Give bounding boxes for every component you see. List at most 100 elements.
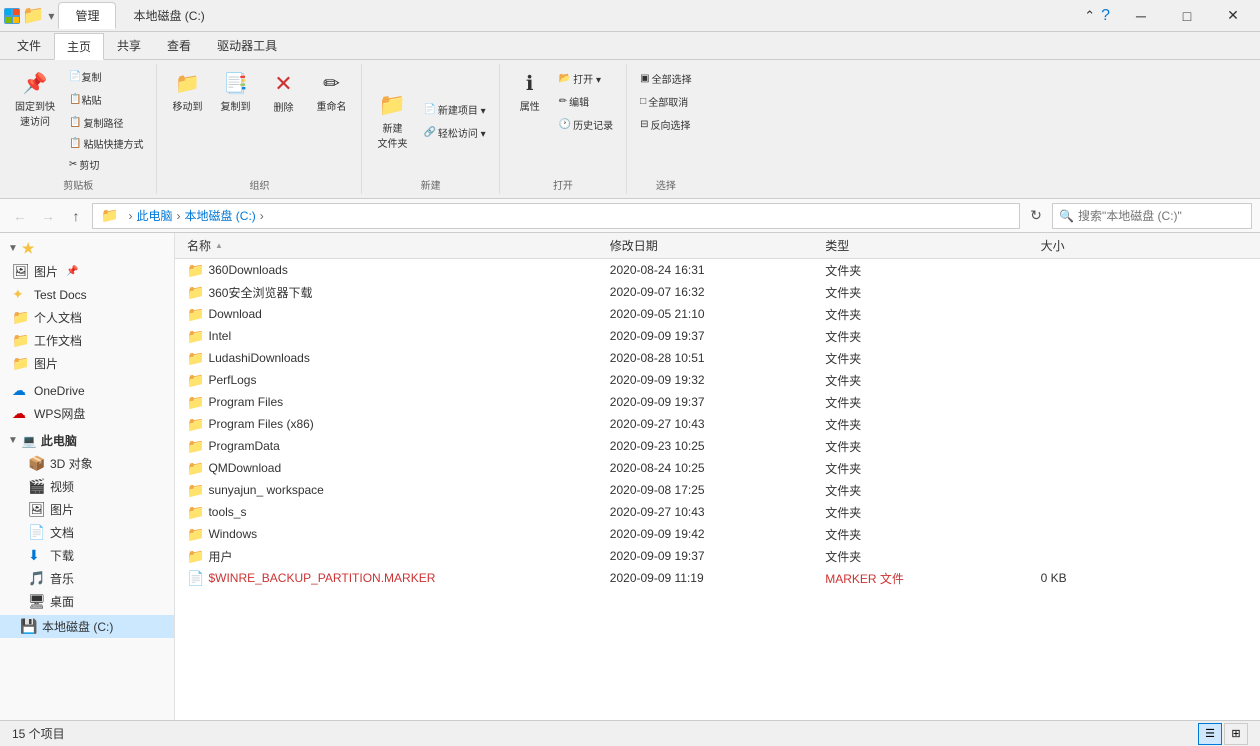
sidebar-label-downloads: 下载 xyxy=(50,547,74,564)
title-bar-left: 📁 ▾ 管理 本地磁盘 (C:) xyxy=(4,2,1084,29)
folder-icon: 📁 xyxy=(187,262,204,279)
ribbon-tab-view[interactable]: 查看 xyxy=(154,32,204,59)
pin-indicator: 📌 xyxy=(66,266,78,277)
sidebar-item-pictures-pinned[interactable]: 🖼 图片 📌 xyxy=(0,260,174,283)
sidebar-item-downloads[interactable]: ⬇ 下载 xyxy=(0,544,174,567)
table-row[interactable]: 📁 LudashiDownloads 2020-08-28 10:51 文件夹 xyxy=(175,347,1260,369)
search-box[interactable]: 🔍 xyxy=(1052,203,1252,229)
minimize-button[interactable]: ─ xyxy=(1118,0,1164,32)
sidebar-item-wpsdisk[interactable]: ☁ WPS网盘 xyxy=(0,402,174,425)
col-name-header[interactable]: 名称 ▲ xyxy=(183,235,606,256)
table-row[interactable]: 📁 QMDownload 2020-08-24 10:25 文件夹 xyxy=(175,457,1260,479)
sidebar-item-onedrive[interactable]: ☁ OneDrive xyxy=(0,379,174,402)
sidebar-item-desktop[interactable]: 🖥 桌面 xyxy=(0,590,174,613)
address-pc[interactable]: 此电脑 xyxy=(136,207,172,224)
sidebar-item-video[interactable]: 🎬 视频 xyxy=(0,475,174,498)
ribbon-tab-file[interactable]: 文件 xyxy=(4,32,54,59)
table-row[interactable]: 📁 Download 2020-09-05 21:10 文件夹 xyxy=(175,303,1260,325)
deselect-all-button[interactable]: □ 全部取消 xyxy=(635,91,696,112)
sidebar-label-testdocs: Test Docs xyxy=(34,288,87,302)
col-date-header[interactable]: 修改日期 xyxy=(606,235,821,256)
table-row[interactable]: 📁 Windows 2020-09-09 19:42 文件夹 xyxy=(175,523,1260,545)
sidebar-item-documents[interactable]: 📄 文档 xyxy=(0,521,174,544)
table-row[interactable]: 📁 Intel 2020-09-09 19:37 文件夹 xyxy=(175,325,1260,347)
sidebar-item-testdocs[interactable]: ✦ Test Docs xyxy=(0,283,174,306)
copy-to-button[interactable]: 📑 复制到 xyxy=(213,66,257,118)
select-label: 选择 xyxy=(656,175,676,192)
select-all-button[interactable]: ▣ 全部选择 xyxy=(635,68,696,89)
sidebar-item-personal-docs[interactable]: 📁 个人文档 xyxy=(0,306,174,329)
open-icon: 📂 xyxy=(559,73,571,84)
sidebar-item-pictures3[interactable]: 🖼 图片 xyxy=(0,498,174,521)
detail-view-button[interactable]: ☰ xyxy=(1198,723,1222,745)
paste-shortcut-button[interactable]: 📋 粘贴快捷方式 xyxy=(64,133,148,154)
table-row[interactable]: 📁 用户 2020-09-09 19:37 文件夹 xyxy=(175,545,1260,567)
refresh-button[interactable]: ↻ xyxy=(1024,204,1048,228)
forward-button[interactable]: → xyxy=(36,204,60,228)
onedrive-icon: ☁ xyxy=(12,382,30,399)
table-row[interactable]: 📄 $WINRE_BACKUP_PARTITION.MARKER 2020-09… xyxy=(175,567,1260,589)
sidebar-label-pictures3: 图片 xyxy=(50,501,74,518)
edit-button[interactable]: ✏ 编辑 xyxy=(554,91,618,112)
file-date: 2020-09-23 10:25 xyxy=(606,437,821,455)
new-folder-button[interactable]: 📁 新建文件夹 xyxy=(370,87,414,155)
title-tab-disk[interactable]: 本地磁盘 (C:) xyxy=(116,2,221,29)
tile-view-button[interactable]: ⊞ xyxy=(1224,723,1248,745)
move-to-button[interactable]: 📁 移动到 xyxy=(165,66,209,118)
file-type: 文件夹 xyxy=(821,282,1036,303)
ribbon-tabs: 文件 主页 共享 查看 驱动器工具 xyxy=(0,32,1260,60)
table-row[interactable]: 📁 tools_s 2020-09-27 10:43 文件夹 xyxy=(175,501,1260,523)
ribbon-tab-share[interactable]: 共享 xyxy=(104,32,154,59)
chevron-icon[interactable]: ⌃ xyxy=(1084,8,1095,24)
open-button[interactable]: 📂 打开 ▾ xyxy=(554,68,618,89)
file-list[interactable]: 📁 360Downloads 2020-08-24 16:31 文件夹 📁 36… xyxy=(175,259,1260,720)
table-row[interactable]: 📁 sunyajun_ workspace 2020-09-08 17:25 文… xyxy=(175,479,1260,501)
close-button[interactable]: ✕ xyxy=(1210,0,1256,32)
file-name-cell: 📄 $WINRE_BACKUP_PARTITION.MARKER xyxy=(183,568,606,589)
file-name: PerfLogs xyxy=(208,373,256,387)
properties-button[interactable]: ℹ 属性 xyxy=(508,66,552,118)
delete-button[interactable]: ✕ 删除 xyxy=(261,66,305,119)
up-button[interactable]: ↑ xyxy=(64,204,88,228)
table-row[interactable]: 📁 360Downloads 2020-08-24 16:31 文件夹 xyxy=(175,259,1260,281)
down-arrow-icon[interactable]: ▾ xyxy=(48,9,54,23)
table-row[interactable]: 📁 ProgramData 2020-09-23 10:25 文件夹 xyxy=(175,435,1260,457)
file-date: 2020-09-05 21:10 xyxy=(606,305,821,323)
col-size-header[interactable]: 大小 xyxy=(1037,235,1252,256)
quick-access-icon[interactable]: 📁 xyxy=(22,5,44,26)
table-row[interactable]: 📁 Program Files (x86) 2020-09-27 10:43 文… xyxy=(175,413,1260,435)
ribbon-tab-drive[interactable]: 驱动器工具 xyxy=(204,32,290,59)
easy-access-button[interactable]: 🔗 轻松访问 ▾ xyxy=(418,122,490,143)
invert-select-button[interactable]: ⊟ 反向选择 xyxy=(635,114,696,135)
sidebar-item-pictures[interactable]: 📁 图片 xyxy=(0,352,174,375)
history-button[interactable]: 🕐 历史记录 xyxy=(554,114,618,135)
copy-path-button[interactable]: 📋 复制路径 xyxy=(64,112,148,133)
col-type-header[interactable]: 类型 xyxy=(821,235,1036,256)
pinned-group-header[interactable]: ▼ ★ xyxy=(0,237,174,260)
sidebar-item-localdisk[interactable]: 💾 本地磁盘 (C:) xyxy=(0,615,174,638)
file-name: ProgramData xyxy=(208,439,279,453)
sidebar-label-desktop: 桌面 xyxy=(50,593,74,610)
search-input[interactable] xyxy=(1078,209,1245,223)
thispc-group-header[interactable]: ▼ 💻 此电脑 xyxy=(0,429,174,452)
help-icon[interactable]: ? xyxy=(1101,7,1110,25)
table-row[interactable]: 📁 PerfLogs 2020-09-09 19:32 文件夹 xyxy=(175,369,1260,391)
sidebar-item-work-docs[interactable]: 📁 工作文档 xyxy=(0,329,174,352)
sidebar-item-3d[interactable]: 📦 3D 对象 xyxy=(0,452,174,475)
back-button[interactable]: ← xyxy=(8,204,32,228)
table-row[interactable]: 📁 360安全浏览器下载 2020-09-07 16:32 文件夹 xyxy=(175,281,1260,303)
new-item-button[interactable]: 📄 新建项目 ▾ xyxy=(418,99,490,120)
address-disk[interactable]: 本地磁盘 (C:) xyxy=(184,207,255,224)
cut-button[interactable]: ✂ 剪切 xyxy=(64,154,148,175)
paste-button[interactable]: 📋 粘贴 xyxy=(64,89,148,110)
table-row[interactable]: 📁 Program Files 2020-09-09 19:37 文件夹 xyxy=(175,391,1260,413)
ribbon-tab-home[interactable]: 主页 xyxy=(54,33,104,60)
status-bar: 15 个项目 ☰ ⊞ xyxy=(0,720,1260,746)
address-path[interactable]: 📁 › 此电脑 › 本地磁盘 (C:) › xyxy=(92,203,1020,229)
title-tab-manage[interactable]: 管理 xyxy=(58,2,116,29)
rename-button[interactable]: ✏ 重命名 xyxy=(309,66,353,118)
maximize-button[interactable]: □ xyxy=(1164,0,1210,32)
pin-quick-access-button[interactable]: 📌 固定到快速访问 xyxy=(8,66,62,133)
copy-button[interactable]: 📄 复制 xyxy=(64,66,148,87)
sidebar-item-music[interactable]: 🎵 音乐 xyxy=(0,567,174,590)
